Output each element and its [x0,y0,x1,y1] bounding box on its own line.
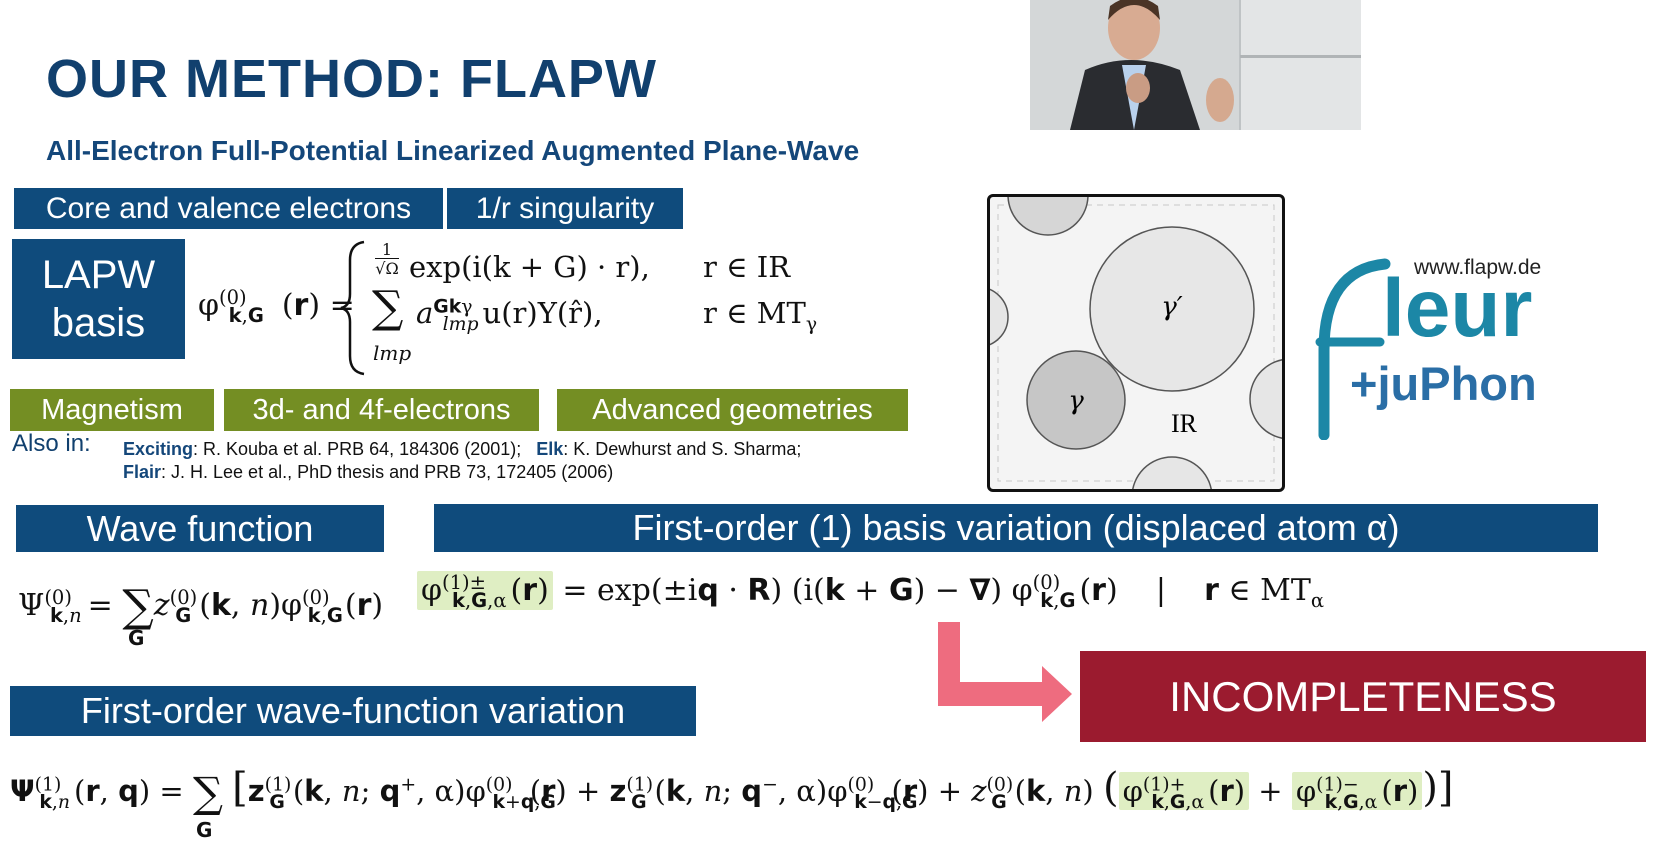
basis-case1-cond: r ∈ IR [703,250,791,284]
tag-3d-4f: 3d- and 4f-electrons [224,389,539,431]
basis-case2-cond: r ∈ MTγ [703,296,818,335]
lapw-basis-label: LAPW basis [12,239,185,359]
wfv-sum-index: G [196,818,213,842]
wf-variation-header: First-order wave-function variation [10,686,696,736]
sum-index: lmp [373,341,412,365]
citation-line-2: Flair: J. H. Lee et al., PhD thesis and … [123,462,614,482]
sum-symbol-icon: ∑ [372,282,404,333]
muffin-tin-sphere-bottom [1132,456,1212,489]
also-in-label: Also in: [12,430,91,457]
label-gamma-prime: γ′ [1161,292,1183,322]
incompleteness-box: INCOMPLETENESS [1080,651,1646,742]
basis-variation-header-text: First-order (1) basis variation (displac… [632,507,1400,548]
citation-line-1: Exciting: R. Kouba et al. PRB 64, 184306… [123,439,802,459]
label-gamma: γ [1068,386,1084,416]
wf-variation-formula: Ψ(1)k,n (r, q) = ∑ [z(1)G (k, n; q+, α)φ(0… [10,765,1454,817]
basis-lhs: φ(0)k,G (r) = [198,286,355,327]
slide-title: OUR METHOD: FLAPW [46,49,657,109]
tag-magnetism: Magnetism [10,389,214,431]
wf-sum-index: G [128,626,145,650]
basis-variation-header: First-order (1) basis variation (displac… [434,504,1598,552]
arrow-to-incompleteness-icon [938,622,1072,722]
muffin-tin-diagram: γ′ γ IR [987,194,1285,492]
lapw-label-line2: basis [51,301,146,345]
lapw-label-line1: LAPW [41,253,156,297]
muffin-tin-sphere-top [1007,197,1089,236]
basis-prefactor: 1 √Ω [375,240,399,278]
muffin-tin-sphere-right [1249,359,1282,439]
left-brace-icon [340,240,365,376]
basis-variation-formula: φ(1)±k,G,α (r) = exp(±iq · R) (i(k + G) −… [417,571,1324,612]
tag-core-valence: Core and valence electrons [14,188,443,229]
basis-formula: φ(0)k,G (r) = 1 √Ω exp(i(k + G) · r), r ∈ … [198,238,838,378]
basis-case1: exp(i(k + G) · r), [409,250,650,284]
wave-function-formula: Ψ(0)k,n = ∑z(0)G (k, n)φ(0)k,G(r) [18,581,384,632]
slide-subtitle: All-Electron Full-Potential Linearized A… [46,135,860,166]
fleur-logo: www.flapw.de leur +juPhon [1310,244,1610,444]
wave-function-header: Wave function [16,505,384,552]
logo-name: leur [1382,263,1533,354]
presenter-video [1030,0,1361,130]
muffin-tin-sphere-left [990,288,1009,346]
tag-singularity: 1/r singularity [447,188,683,229]
basis-variation-highlight: φ(1)±k,G,α (r) [417,571,553,612]
logo-sub: +juPhon [1350,357,1537,410]
basis-case2: aGkγlmp u(r)Y(r̂), [416,296,603,335]
label-ir: IR [1171,409,1198,438]
wf-variation-highlight-minus: φ(1)−k,G,α (r) [1291,772,1423,813]
wf-variation-highlight-plus: φ(1)+k,G,α (r) [1118,772,1250,813]
tag-geometries: Advanced geometries [557,389,908,431]
